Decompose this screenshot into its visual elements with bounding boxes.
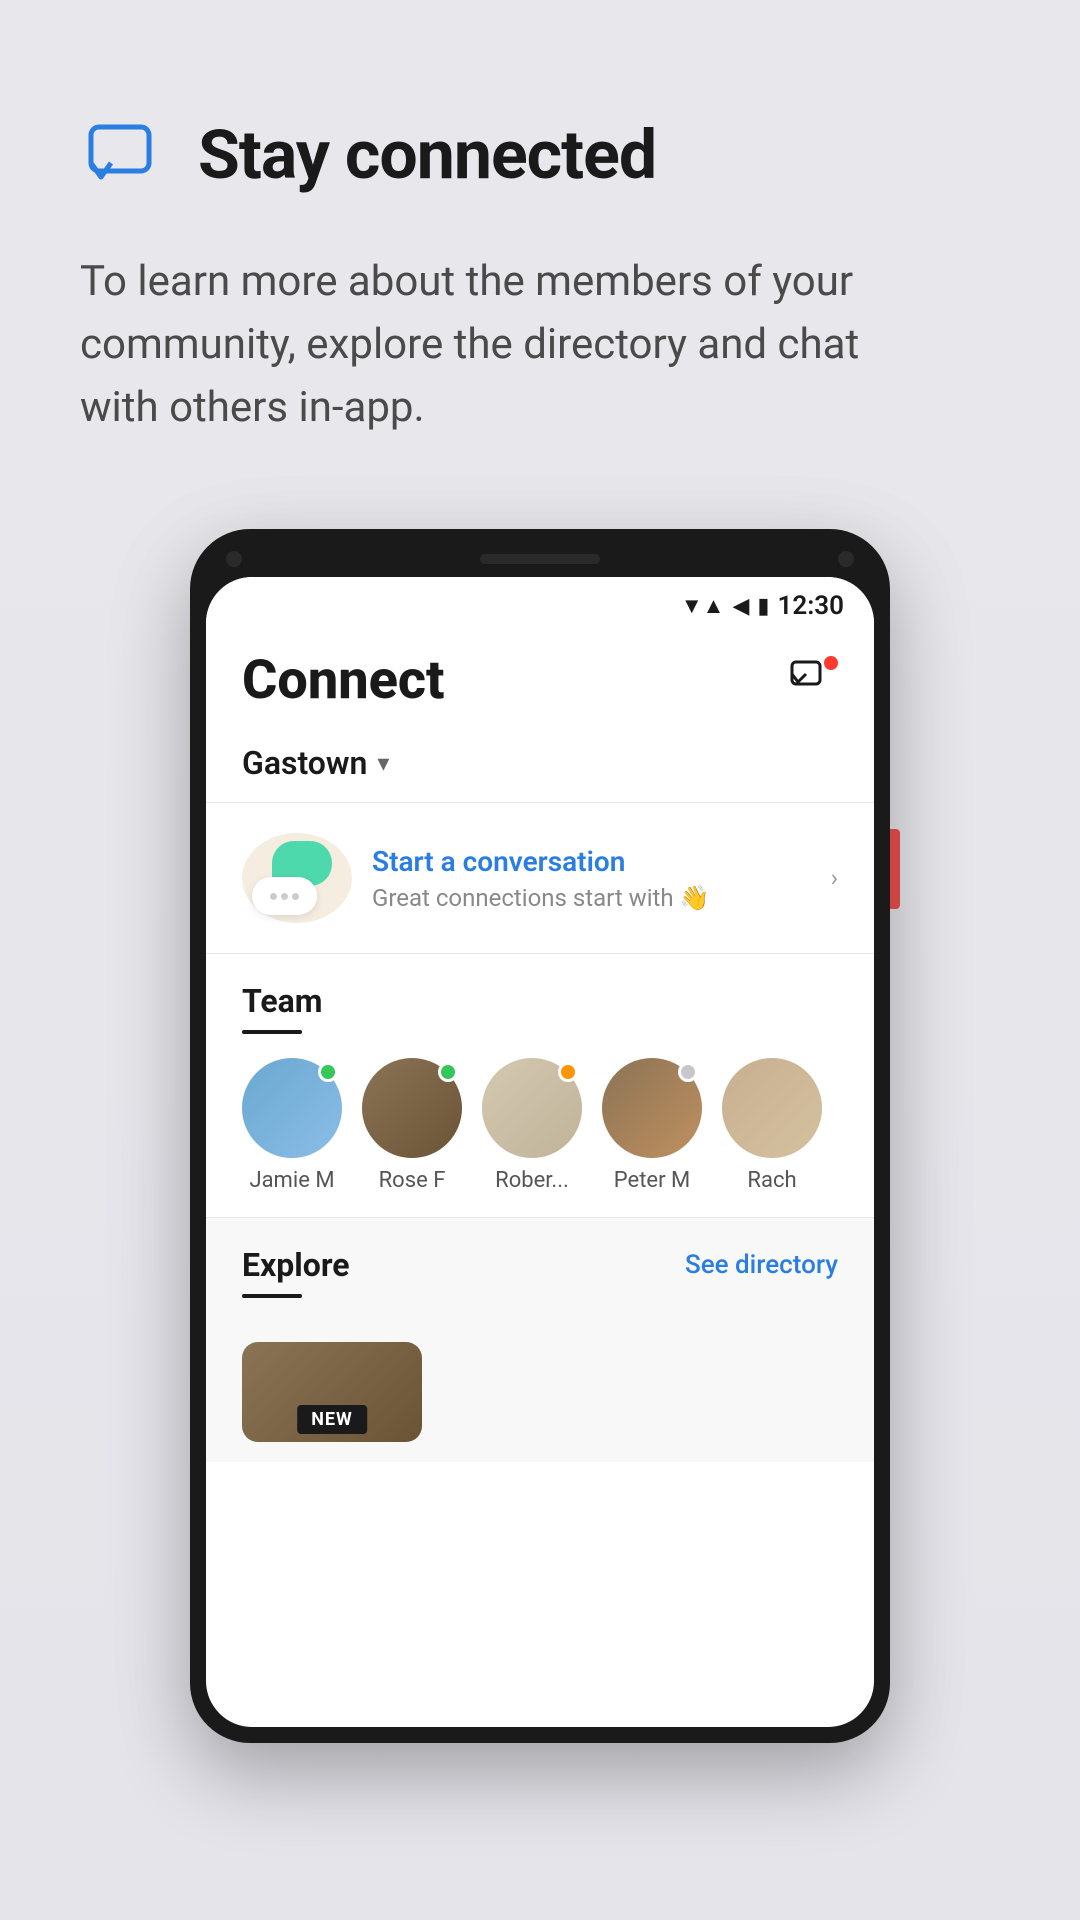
new-badge: NEW: [297, 1405, 367, 1434]
arrow-icon: ›: [831, 864, 838, 892]
start-conversation-card[interactable]: Start a conversation Great connections s…: [206, 803, 874, 954]
community-selector[interactable]: Gastown ▾: [206, 728, 874, 803]
avatar: [362, 1058, 462, 1158]
phone-camera: [226, 551, 242, 567]
status-bar: ▼▲ ◀ ▮ 12:30: [206, 577, 874, 629]
team-section-header: Team: [242, 982, 838, 1034]
member-item[interactable]: Jamie M: [242, 1058, 342, 1193]
status-online-indicator: [438, 1062, 458, 1082]
status-online-indicator: [318, 1062, 338, 1082]
avatar: [722, 1058, 822, 1158]
phone-notch: [206, 545, 874, 577]
page: Stay connected To learn more about the m…: [0, 0, 1080, 1920]
explore-header: Explore See directory: [242, 1246, 838, 1322]
see-directory-button[interactable]: See directory: [685, 1246, 838, 1280]
phone-speaker: [480, 554, 600, 564]
start-conversation-label: Start a conversation: [372, 845, 811, 878]
member-item[interactable]: Rach: [722, 1058, 822, 1193]
notifications-button[interactable]: [788, 656, 838, 706]
signal-icon: ◀: [732, 594, 749, 619]
explore-preview: NEW: [242, 1342, 838, 1442]
wifi-icon: ▼▲: [681, 593, 725, 619]
member-item[interactable]: Rober...: [482, 1058, 582, 1193]
team-underline: [242, 1030, 302, 1034]
status-time: 12:30: [778, 591, 845, 621]
avatar: [242, 1058, 342, 1158]
title-row: Stay connected: [80, 110, 1000, 200]
battery-icon: ▮: [757, 594, 769, 619]
explore-card[interactable]: NEW: [242, 1342, 422, 1442]
member-item[interactable]: Peter M: [602, 1058, 702, 1193]
member-name: Rober...: [495, 1168, 569, 1193]
app-header: Connect: [206, 629, 874, 728]
app-title: Connect: [242, 649, 444, 712]
page-title: Stay connected: [198, 115, 656, 195]
member-name: Rach: [747, 1168, 796, 1193]
chevron-down-icon: ▾: [377, 749, 389, 777]
status-icons: ▼▲ ◀ ▮ 12:30: [681, 591, 844, 621]
team-section: Team Jamie M: [206, 954, 874, 1217]
explore-title: Explore: [242, 1246, 350, 1284]
member-item[interactable]: Rose F: [362, 1058, 462, 1193]
page-description: To learn more about the members of your …: [80, 250, 930, 439]
bubble-white: [252, 877, 317, 915]
member-name: Rose F: [379, 1168, 446, 1193]
team-members-list: Jamie M Rose F: [242, 1058, 838, 1193]
member-name: Jamie M: [249, 1168, 334, 1193]
chat-icon: [80, 110, 170, 200]
explore-section: Explore See directory NEW: [206, 1217, 874, 1462]
community-name: Gastown: [242, 744, 367, 782]
phone-sensor: [838, 551, 854, 567]
explore-underline: [242, 1294, 302, 1298]
notification-dot: [824, 656, 838, 670]
phone-mockup: ▼▲ ◀ ▮ 12:30 Connect: [0, 499, 1080, 1743]
phone-outer: ▼▲ ◀ ▮ 12:30 Connect: [190, 529, 890, 1743]
avatar: [602, 1058, 702, 1158]
status-offline-indicator: [678, 1062, 698, 1082]
conversation-text: Start a conversation Great connections s…: [372, 845, 811, 912]
team-title: Team: [242, 982, 838, 1020]
member-name: Peter M: [614, 1168, 690, 1193]
avatar: [482, 1058, 582, 1158]
phone-screen: ▼▲ ◀ ▮ 12:30 Connect: [206, 577, 874, 1727]
conversation-subtitle: Great connections start with 👋: [372, 884, 811, 912]
status-away-indicator: [558, 1062, 578, 1082]
conversation-illustration: [242, 833, 352, 923]
hero-section: Stay connected To learn more about the m…: [0, 0, 1080, 499]
avatar-image: [722, 1058, 822, 1158]
